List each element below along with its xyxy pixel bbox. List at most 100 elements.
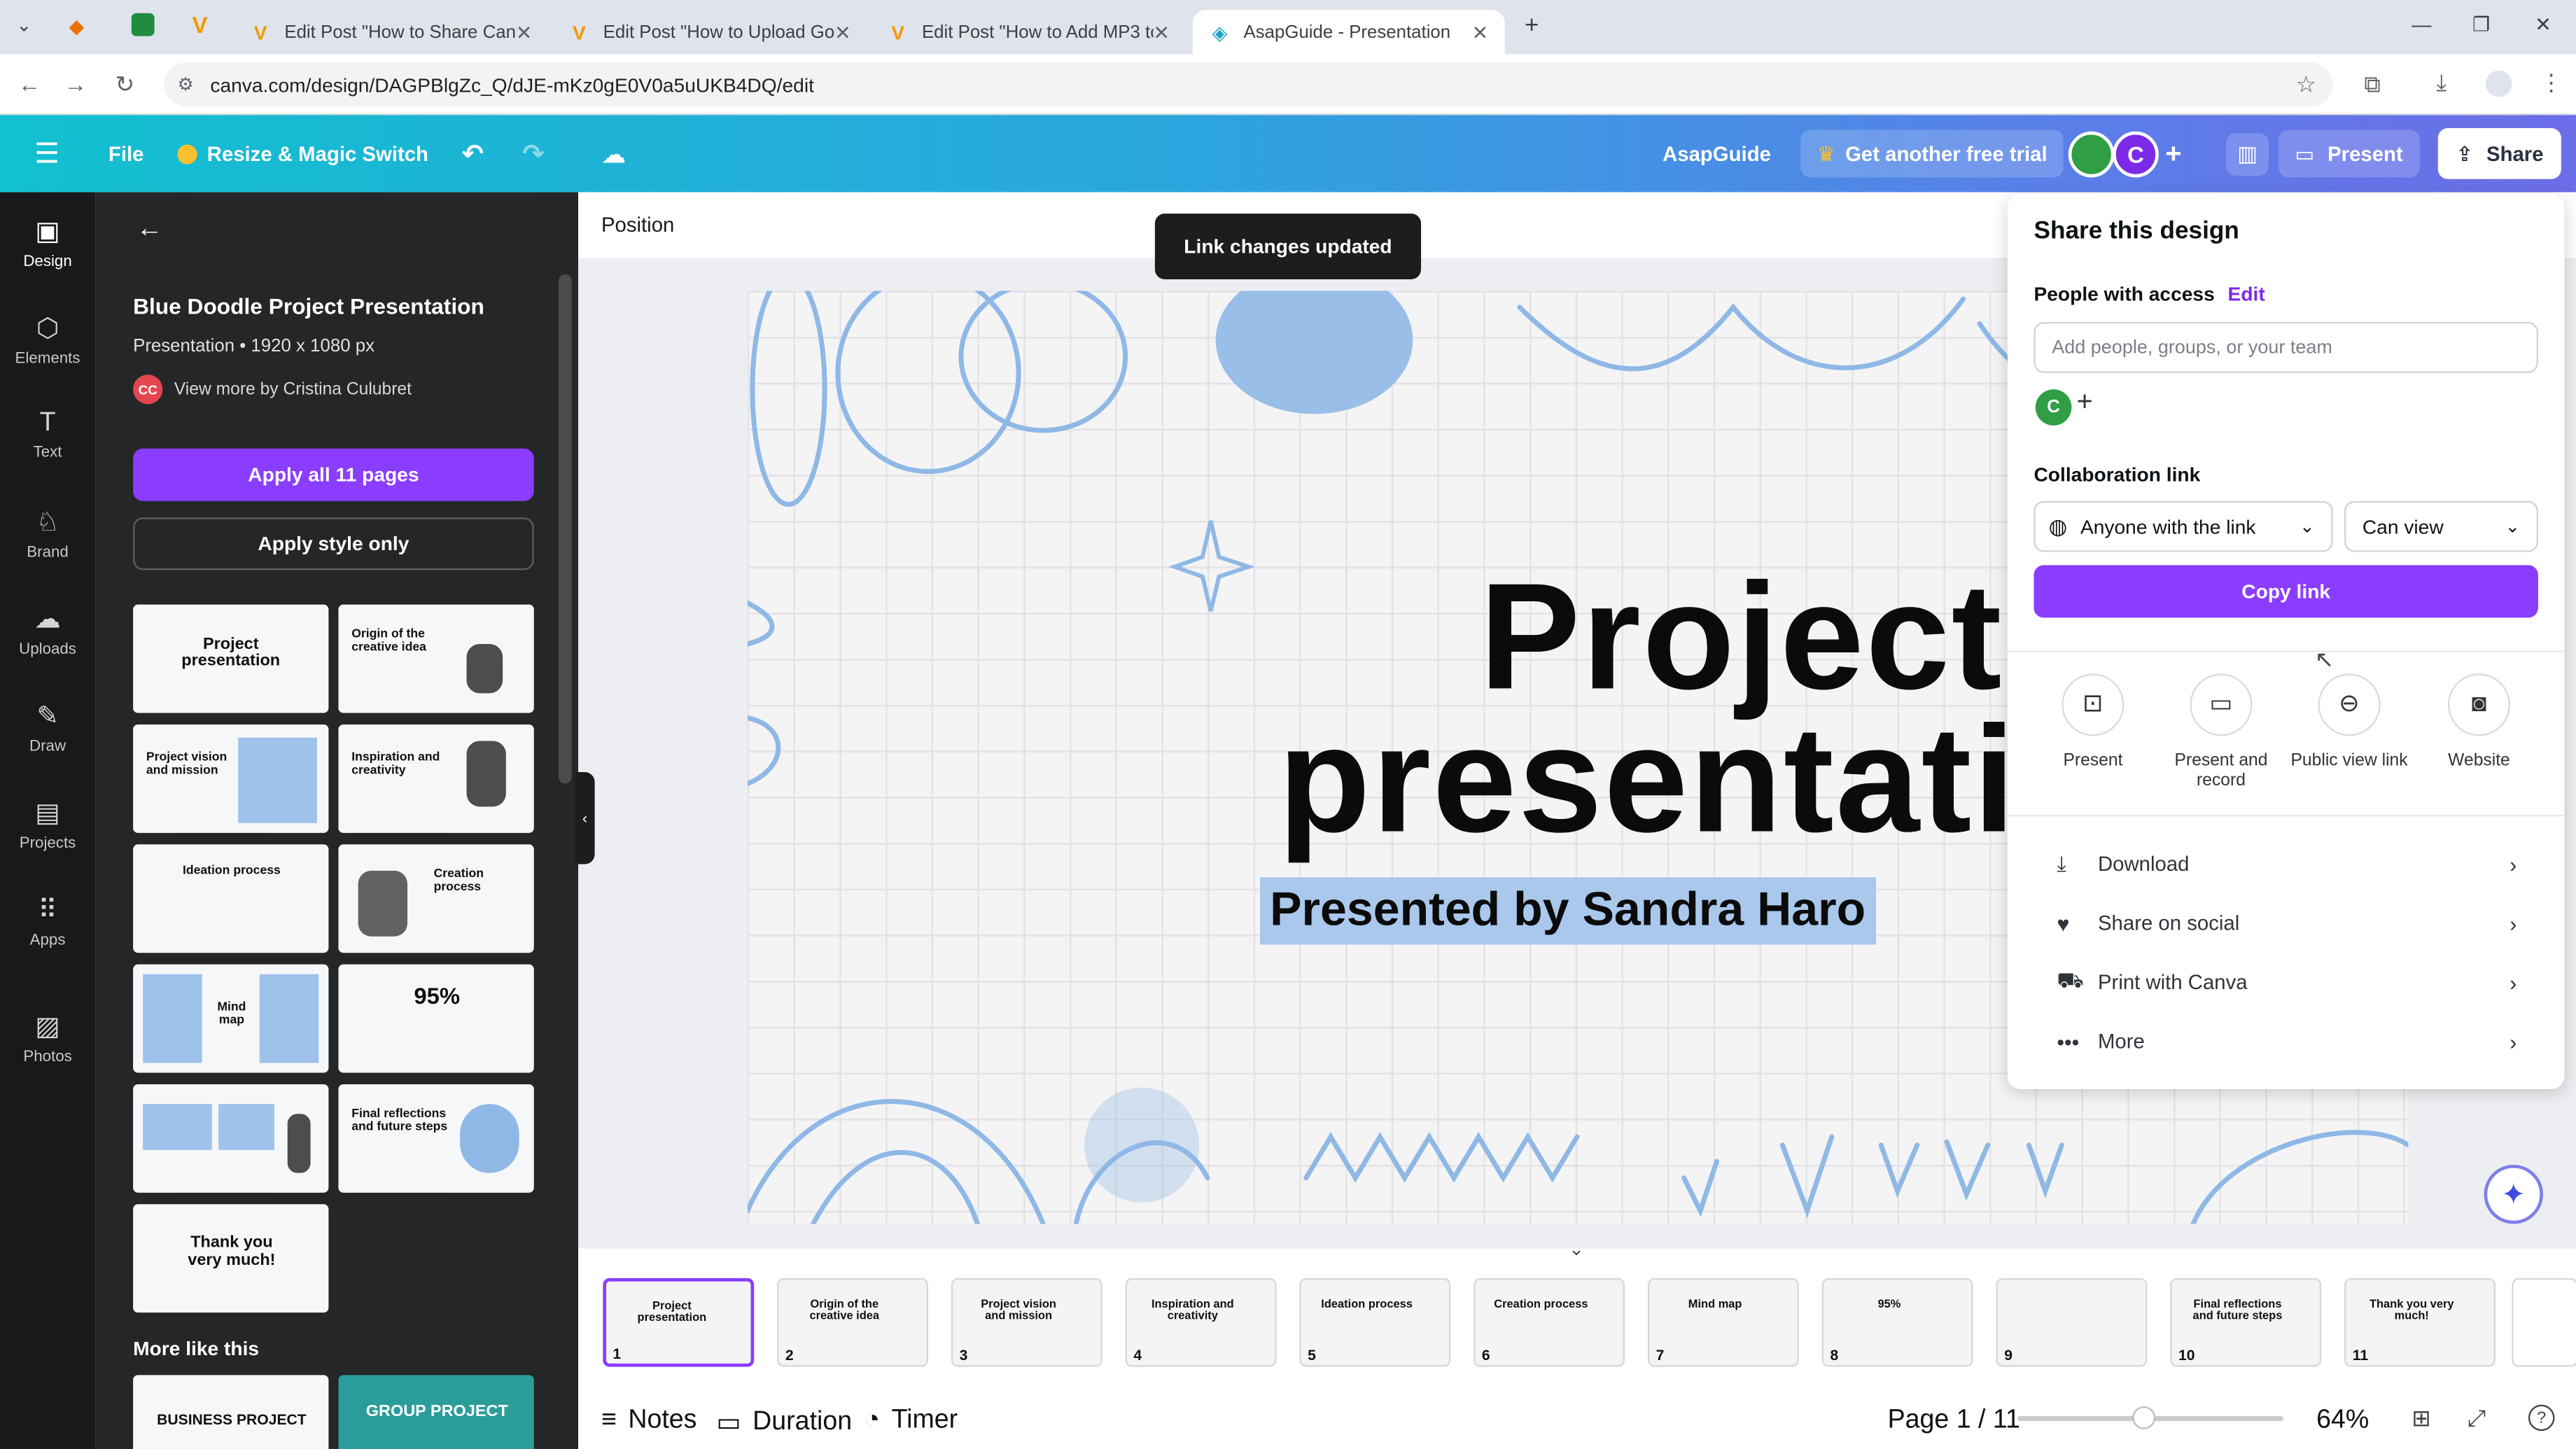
rail-item-design[interactable]: ▣ Design [0,215,95,271]
undo-icon[interactable]: ↶ [461,137,483,170]
pinned-tab-icon[interactable] [131,13,155,36]
insights-icon[interactable]: ▥ [2226,132,2269,175]
rail-item-draw[interactable]: ✎ Draw [0,700,95,755]
share-option-present[interactable]: ⊡ Present [2029,673,2157,771]
link-access-dropdown[interactable]: ◍ Anyone with the link ⌄ [2033,500,2333,552]
minimize-icon[interactable]: — [2412,13,2431,36]
template-page-thumb[interactable]: Thank you very much! [133,1204,329,1313]
browser-tab[interactable]: V Edit Post "How to Upload Goog ✕ [552,10,868,54]
template-page-thumb[interactable] [133,1084,329,1193]
collaborator-avatar[interactable] [2068,130,2115,177]
free-trial-button[interactable]: ♛ Get another free trial [1800,130,2064,178]
filmstrip-page-thumb[interactable]: Thank you very much! 11 [2344,1278,2496,1367]
filmstrip-page-thumb[interactable]: Ideation process 5 [1299,1278,1451,1367]
share-option-present-and-record[interactable]: ▭ Present and record [2157,673,2285,790]
rail-item-apps[interactable]: ⠿ Apps [0,894,95,949]
collapse-panel-handle[interactable]: ‹ [575,772,595,864]
forward-icon[interactable]: → [52,71,99,97]
share-row-social[interactable]: ♥ Share on social › [2057,906,2516,939]
browser-tab[interactable]: V Edit Post "How to Add MP3 to ✕ [871,10,1186,54]
back-icon[interactable]: ← [6,71,52,97]
menu-icon[interactable]: ☰ [34,137,59,170]
share-option-website[interactable]: ◙ Website [2415,673,2543,771]
edit-access-link[interactable]: Edit [2228,283,2265,306]
new-tab-icon[interactable]: + [1525,11,1539,39]
template-page-thumb[interactable]: Ideation process [133,844,329,953]
share-row-download[interactable]: ⤓ Download › [2057,848,2516,881]
related-template-thumb[interactable]: GROUP PROJECT [338,1375,534,1449]
link-permission-dropdown[interactable]: Can view ⌄ [2344,500,2538,552]
share-row-more[interactable]: ••• More › [2057,1025,2516,1058]
page-indicator[interactable]: Page 1 / 11 [1888,1406,2020,1436]
pinned-tab-icon[interactable]: ◆ [69,15,85,38]
filmstrip-page-thumb[interactable]: Creation process 6 [1474,1278,1625,1367]
cloud-saved-icon[interactable]: ☁ [601,139,626,169]
file-menu[interactable]: File [108,142,144,165]
url-field[interactable]: ⚙ canva.com/design/DAGPBlgZc_Q/dJE-mKz0g… [164,62,2333,107]
related-template-thumb[interactable]: BUSINESS PROJECT [133,1375,329,1449]
redo-icon[interactable]: ↷ [522,137,544,170]
close-window-icon[interactable]: ✕ [2535,13,2552,36]
present-button[interactable]: ▭ Present [2278,130,2420,178]
rail-item-text[interactable]: T Text [0,409,95,461]
filmstrip-page-thumb[interactable]: 95% 8 [1821,1278,1973,1367]
template-page-thumb[interactable]: Final reflections and future steps [338,1084,534,1193]
grid-view-icon[interactable]: ⊞ [2412,1405,2431,1433]
profile-avatar[interactable] [2485,70,2512,97]
filmstrip-page-thumb[interactable]: Inspiration and creativity 4 [1125,1278,1277,1367]
user-avatar[interactable]: C [2113,130,2159,177]
filmstrip-page-thumb[interactable]: Project presentation 1 [603,1278,755,1367]
template-page-thumb[interactable]: Mind map [133,964,329,1073]
add-person-icon[interactable]: + [2076,386,2092,419]
browser-tab[interactable]: V Edit Post "How to Share Canva ✕ [233,10,549,54]
download-icon[interactable]: ⤓ [2436,69,2446,97]
filmstrip-page-thumb[interactable]: 9 [1996,1278,2148,1367]
fullscreen-icon[interactable]: ⤢ [2468,1405,2486,1433]
bookmark-star-icon[interactable]: ☆ [2296,71,2316,99]
position-button[interactable]: Position [601,214,674,237]
zoom-slider-handle[interactable] [2132,1406,2156,1429]
share-button[interactable]: ⇪ Share [2437,128,2562,179]
filmstrip-page-thumb[interactable]: Origin of the creative idea 2 [777,1278,928,1367]
add-people-input[interactable]: Add people, groups, or your team [2033,321,2538,373]
rail-item-projects[interactable]: ▤ Projects [0,797,95,853]
magic-assistant-icon[interactable]: ✦ [2484,1164,2544,1224]
template-author-link[interactable]: CC View more by Cristina Culubret [133,374,412,405]
resize-magic-switch-button[interactable]: Resize & Magic Switch [177,142,428,165]
add-page-thumb[interactable] [2512,1278,2576,1367]
browser-menu-icon[interactable]: ⋮ [2540,69,2563,97]
apply-style-only-button[interactable]: Apply style only [133,517,534,570]
pinned-tab-icon[interactable]: V [192,11,208,38]
help-icon[interactable]: ? [2528,1404,2555,1432]
copy-link-button[interactable]: Copy link [2033,565,2538,618]
rail-item-brand[interactable]: ♘ Brand [0,506,95,562]
timer-button[interactable]: ◔ Timer [864,1406,958,1436]
rail-item-uploads[interactable]: ☁ Uploads [0,603,95,659]
template-page-thumb[interactable]: 95% [338,964,534,1073]
template-page-thumb[interactable]: Project presentation [133,604,329,713]
restore-icon[interactable]: ❐ [2472,13,2490,36]
close-icon[interactable]: ✕ [1153,20,1170,43]
slide-subtitle[interactable]: Presented by Sandra Haro [1260,877,1876,945]
extensions-icon[interactable]: ⧉ [2364,71,2380,99]
zoom-level[interactable]: 64% [2316,1406,2369,1436]
filmstrip-toggle-icon[interactable]: ⌄ [1569,1239,1584,1260]
filmstrip-page-thumb[interactable]: Mind map 7 [1647,1278,1799,1367]
add-collaborator-icon[interactable]: + [2165,137,2181,170]
browser-tab-active[interactable]: ◈ AsapGuide - Presentation ✕ [1192,10,1505,55]
template-page-thumb[interactable]: Project vision and mission [133,724,329,833]
rail-item-elements[interactable]: ⬡ Elements [0,312,95,368]
panel-scrollbar[interactable] [558,274,572,784]
notes-button[interactable]: ≡ Notes [601,1406,696,1436]
template-page-thumb[interactable]: Creation process [338,844,534,953]
filmstrip-page-thumb[interactable]: Final reflections and future steps 10 [2170,1278,2322,1367]
filmstrip-page-thumb[interactable]: Project vision and mission 3 [951,1278,1102,1367]
rail-item-photos[interactable]: ▨ Photos [0,1010,95,1066]
reload-icon[interactable]: ↻ [102,70,148,98]
duration-button[interactable]: ▭ Duration [716,1406,852,1439]
close-icon[interactable]: ✕ [516,20,533,43]
design-title[interactable]: AsapGuide [1662,142,1771,165]
template-page-thumb[interactable]: Origin of the creative idea [338,604,534,713]
share-row-print[interactable]: ⛟ Print with Canva › [2057,966,2516,999]
site-info-icon[interactable]: ⚙ [177,74,193,95]
